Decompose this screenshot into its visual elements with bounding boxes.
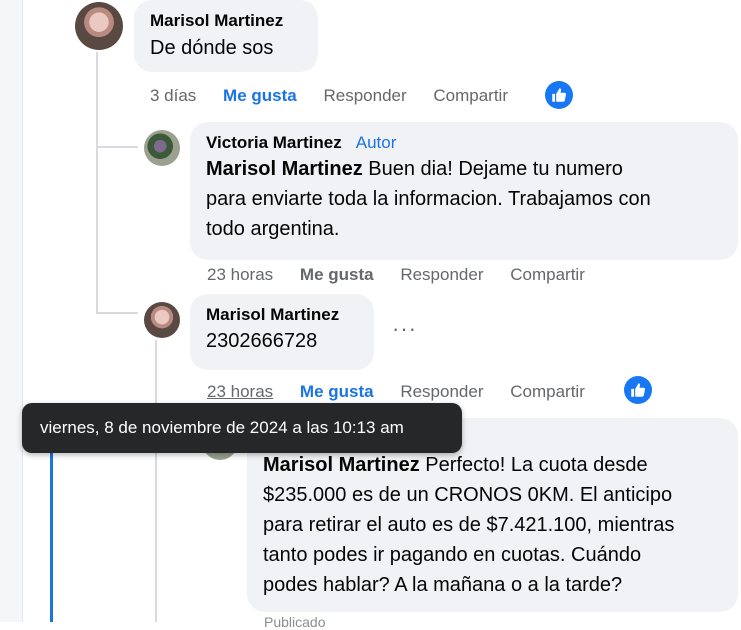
like-button[interactable]: Me gusta	[300, 265, 374, 284]
comment-actions: 23 horas Me gusta Responder Compartir	[207, 265, 607, 285]
avatar[interactable]	[144, 130, 180, 166]
comment-bubble: Victoria Martinez Autor Marisol Martinez …	[190, 122, 738, 260]
comment-text-line: Perfecto! La cuota desde	[419, 454, 648, 476]
like-button[interactable]: Me gusta	[223, 86, 297, 105]
comment-text: De dónde sos	[150, 37, 274, 59]
like-reaction-icon[interactable]	[624, 376, 652, 404]
commenter-name[interactable]: Marisol Martinez	[206, 304, 358, 326]
comment-text: 2302666728	[206, 330, 318, 352]
comment-text-line: Buen dia! Dejame tu numero	[362, 158, 623, 180]
comment-text-line: para retirar el auto es de $7.421.100, m…	[263, 514, 675, 536]
comment-text: Marisol Martinez Buen dia! Dejame tu num…	[206, 154, 722, 244]
timestamp-tooltip: viernes, 8 de noviembre de 2024 a las 10…	[22, 403, 462, 453]
comment-bubble: Marisol Martinez 2302666728	[190, 294, 374, 370]
comment-text-line: tanto podes ir pagando en cuotas. Cuándo	[263, 544, 642, 566]
commenter-name[interactable]: Marisol Martinez	[150, 10, 302, 32]
reply-button[interactable]: Responder	[323, 86, 406, 105]
thread-connector	[96, 312, 138, 314]
more-options-icon[interactable]: ···	[392, 316, 417, 342]
timestamp-link[interactable]: 23 horas	[207, 265, 273, 284]
comment-text-line: para enviarte toda la informacion. Traba…	[206, 188, 651, 210]
thread-connector	[96, 146, 138, 148]
left-pane	[0, 0, 23, 622]
comment-actions: 23 horas Me gusta Responder Compartir	[207, 382, 607, 402]
like-button[interactable]: Me gusta	[300, 382, 374, 401]
comment-actions: 3 días Me gusta Responder Compartir	[150, 86, 530, 106]
thread-line	[96, 52, 98, 314]
like-reaction-icon[interactable]	[545, 81, 573, 109]
reply-button[interactable]: Responder	[400, 265, 483, 284]
author-badge: Autor	[355, 133, 397, 152]
comment-text-line: todo argentina.	[206, 218, 340, 240]
focus-indicator	[50, 452, 53, 622]
reply-button[interactable]: Responder	[400, 382, 483, 401]
comment-text-line: $235.000 es de un CRONOS 0KM. El anticip…	[263, 484, 673, 506]
thread-line	[155, 340, 157, 622]
commenter-name[interactable]: Victoria Martinez	[206, 133, 342, 152]
share-button[interactable]: Compartir	[510, 382, 585, 401]
comment-bubble: Marisol Martinez De dónde sos	[134, 0, 318, 72]
avatar[interactable]	[75, 2, 123, 50]
share-button[interactable]: Compartir	[433, 86, 508, 105]
mention-link[interactable]: Marisol Martinez	[263, 454, 420, 476]
comment-text-line: podes hablar? A la mañana o a la tarde?	[263, 574, 623, 596]
mention-link[interactable]: Marisol Martinez	[206, 158, 363, 180]
timestamp-link[interactable]: 3 días	[150, 86, 196, 105]
share-button[interactable]: Compartir	[510, 265, 585, 284]
truncated-status: Publicado	[264, 614, 326, 630]
avatar[interactable]	[144, 302, 180, 338]
comment-text: Marisol Martinez Perfecto! La cuota desd…	[263, 450, 722, 600]
timestamp-link[interactable]: 23 horas	[207, 382, 273, 401]
